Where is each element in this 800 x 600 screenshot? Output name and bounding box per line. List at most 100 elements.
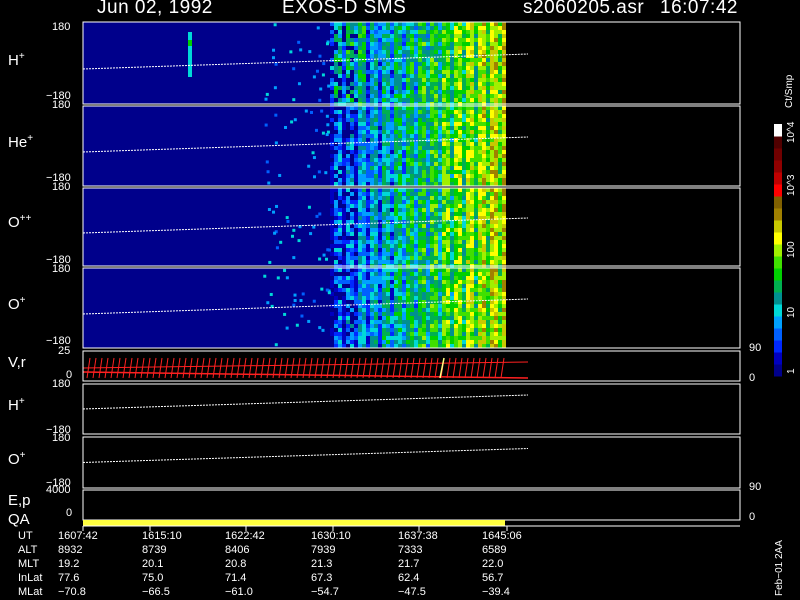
heatmap-cell <box>502 30 506 34</box>
heatmap-cell <box>446 308 450 312</box>
tick-h2-top: 180 <box>52 378 71 390</box>
heatmap-cell <box>434 150 438 154</box>
heatmap-speck <box>312 75 316 79</box>
heatmap-cell <box>354 272 358 276</box>
heatmap-cell <box>382 142 386 146</box>
heatmap-cell <box>470 200 474 204</box>
heatmap-cell <box>490 292 494 296</box>
heatmap-cell <box>502 256 506 260</box>
heatmap-cell <box>338 126 342 130</box>
heatmap-cell <box>478 46 482 50</box>
heatmap-cell <box>446 86 450 90</box>
heatmap-cell <box>478 182 482 186</box>
heatmap-cell <box>466 150 470 154</box>
heatmap-cell <box>366 82 370 86</box>
heatmap-cell <box>386 134 390 138</box>
heatmap-cell <box>386 150 390 154</box>
heatmap-cell <box>398 336 402 340</box>
heatmap-cell <box>434 240 438 244</box>
heatmap-cell <box>486 312 490 316</box>
heatmap-cell <box>478 162 482 166</box>
heatmap-cell <box>334 22 338 26</box>
heatmap-cell <box>398 248 402 252</box>
heatmap-cell <box>418 110 422 114</box>
heatmap-cell <box>366 248 370 252</box>
heatmap-cell <box>490 158 494 162</box>
heatmap-cell <box>482 248 486 252</box>
heatmap-cell <box>458 208 462 212</box>
table-cell: −70.8 <box>58 586 86 598</box>
heatmap-cell <box>382 228 386 232</box>
heatmap-cell <box>330 268 334 272</box>
heatmap-cell <box>466 86 470 90</box>
heatmap-cell <box>434 196 438 200</box>
heatmap-cell <box>402 304 406 308</box>
heatmap-cell <box>402 340 406 344</box>
heatmap-cell <box>414 188 418 192</box>
heatmap-cell <box>346 256 350 260</box>
heatmap-cell <box>406 312 410 316</box>
heatmap-speck <box>284 125 288 129</box>
heatmap-cell <box>390 130 394 134</box>
heatmap-cell <box>442 260 446 264</box>
heatmap-cell <box>446 38 450 42</box>
heatmap-cell <box>462 126 466 130</box>
heatmap-cell <box>374 288 378 292</box>
heatmap-cell <box>438 66 442 70</box>
heatmap-cell <box>438 134 442 138</box>
heatmap-cell <box>458 106 462 110</box>
heatmap-cell <box>430 236 434 240</box>
heatmap-cell <box>374 46 378 50</box>
heatmap-cell <box>478 22 482 26</box>
heatmap-cell <box>502 70 506 74</box>
heatmap-cell <box>382 280 386 284</box>
heatmap-cell <box>470 232 474 236</box>
heatmap-cell <box>466 82 470 86</box>
vr-tick-mark <box>188 357 193 379</box>
heatmap-cell <box>462 154 466 158</box>
heatmap-cell <box>366 70 370 74</box>
heatmap-cell <box>346 110 350 114</box>
heatmap-cell <box>454 328 458 332</box>
heatmap-speck <box>320 287 324 291</box>
heatmap-cell <box>378 118 382 122</box>
heatmap-cell <box>438 288 442 292</box>
heatmap-cell <box>414 240 418 244</box>
heatmap-speck <box>271 56 275 60</box>
heatmap-cell <box>418 34 422 38</box>
heatmap-cell <box>470 118 474 122</box>
heatmap-cell <box>450 46 454 50</box>
heatmap-cell <box>414 284 418 288</box>
heatmap-cell <box>370 162 374 166</box>
heatmap-cell <box>482 98 486 102</box>
heatmap-cell <box>486 26 490 30</box>
heatmap-cell <box>498 46 502 50</box>
heatmap-cell <box>362 90 366 94</box>
heatmap-cell <box>446 212 450 216</box>
heatmap-cell <box>410 174 414 178</box>
heatmap-cell <box>438 284 442 288</box>
heatmap-cell <box>366 260 370 264</box>
heatmap-cell <box>478 38 482 42</box>
heatmap-cell <box>490 284 494 288</box>
heatmap-cell <box>338 344 342 348</box>
heatmap-cell <box>394 162 398 166</box>
heatmap-cell <box>426 268 430 272</box>
heatmap-cell <box>434 66 438 70</box>
heatmap-cell <box>434 126 438 130</box>
heatmap-cell <box>366 158 370 162</box>
heatmap-speck <box>320 109 324 113</box>
heatmap-cell <box>462 240 466 244</box>
heatmap-cell <box>450 130 454 134</box>
heatmap-cell <box>426 304 430 308</box>
heatmap-cell <box>422 204 426 208</box>
heatmap-cell <box>478 232 482 236</box>
heatmap-cell <box>482 312 486 316</box>
heatmap-cell <box>346 340 350 344</box>
heatmap-cell <box>502 292 506 296</box>
heatmap-cell <box>442 134 446 138</box>
heatmap-cell <box>458 324 462 328</box>
heatmap-cell <box>466 114 470 118</box>
heatmap-cell <box>394 280 398 284</box>
heatmap-cell <box>478 272 482 276</box>
